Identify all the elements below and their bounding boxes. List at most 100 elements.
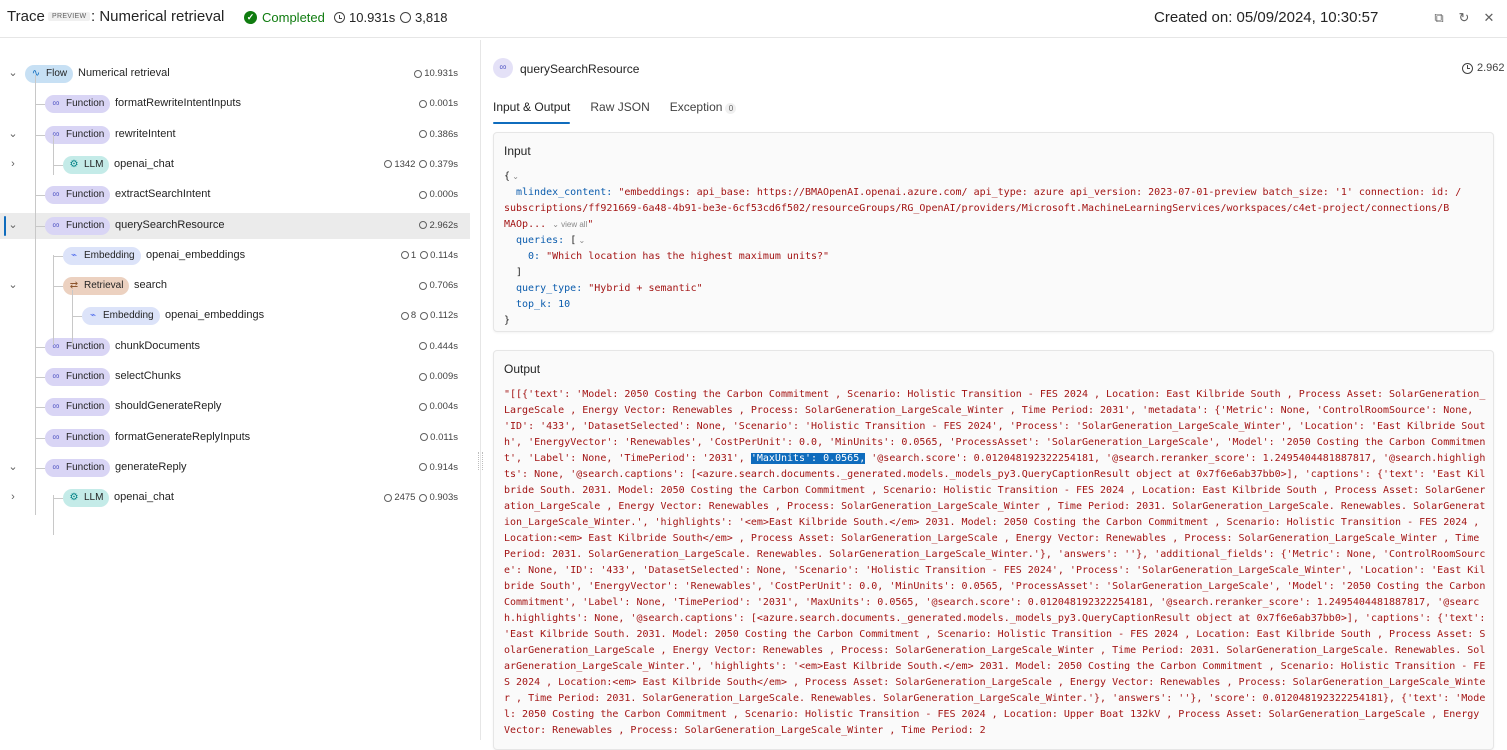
tree-node-shouldgeneratereply[interactable]: ∞ Function shouldGenerateReply 0.004s bbox=[0, 394, 470, 420]
token-icon bbox=[400, 311, 409, 320]
close-icon[interactable]: ✕ bbox=[1482, 11, 1496, 25]
tree-connector bbox=[35, 195, 45, 197]
llm-type-badge: ⚙ LLM bbox=[63, 489, 110, 508]
tree-node-openai-embeddings[interactable]: ⌁ Embedding openai_embeddings 1 0.114s bbox=[0, 243, 470, 269]
node-name: openai_embeddings bbox=[165, 309, 265, 322]
close-bracket: ] bbox=[516, 267, 523, 278]
node-duration: 0.000s bbox=[429, 189, 458, 201]
node-metrics: 0.706s bbox=[415, 280, 458, 291]
node-name: openai_chat bbox=[114, 157, 174, 170]
tree-node-openai-chat[interactable]: › ⚙ LLM openai_chat 2475 0.903s bbox=[0, 485, 470, 511]
node-metrics: 1342 0.379s bbox=[380, 159, 458, 170]
tree-connector bbox=[35, 437, 45, 439]
clock-icon bbox=[419, 160, 428, 169]
tab-raw-json[interactable]: Raw JSON bbox=[590, 98, 649, 124]
tree-guide-line bbox=[53, 255, 54, 345]
node-duration: 0.444s bbox=[429, 340, 458, 352]
clock-icon bbox=[419, 463, 428, 472]
flow-title: : Numerical retrieval bbox=[91, 8, 225, 25]
node-duration: 0.903s bbox=[429, 492, 458, 504]
refresh-icon[interactable]: ↻ bbox=[1457, 11, 1471, 25]
node-duration: 0.112s bbox=[430, 310, 458, 322]
tree-node-search[interactable]: ⌄ ⇄ Retrieval search 0.706s bbox=[0, 273, 470, 299]
chevron-down-icon[interactable]: ⌄ bbox=[6, 278, 20, 292]
function-icon: ∞ bbox=[52, 401, 60, 413]
json-string: MAOp... bbox=[504, 219, 547, 230]
tree-node-openai-chat[interactable]: › ⚙ LLM openai_chat 1342 0.379s bbox=[0, 152, 470, 178]
llm-type-badge: ⚙ LLM bbox=[63, 155, 110, 174]
panel-splitter[interactable] bbox=[480, 40, 481, 740]
node-duration: 0.706s bbox=[429, 280, 458, 292]
tree-node-selectchunks[interactable]: ∞ Function selectChunks 0.009s bbox=[0, 364, 470, 390]
clock-icon bbox=[420, 311, 429, 320]
node-metrics: 8 0.112s bbox=[397, 310, 458, 321]
json-string: "Which location has the highest maximum … bbox=[546, 251, 830, 262]
tree-connector bbox=[53, 498, 63, 500]
chevron-down-icon[interactable]: ⌄ bbox=[6, 66, 20, 80]
chevron-down-icon[interactable]: ⌄ bbox=[6, 218, 20, 232]
node-type-label: Function bbox=[66, 189, 105, 201]
json-number: 10 bbox=[558, 299, 571, 310]
tree-node-openai-embeddings[interactable]: ⌁ Embedding openai_embeddings 8 0.112s bbox=[0, 303, 470, 329]
node-duration: 0.011s bbox=[430, 431, 458, 443]
tree-node-generatereply[interactable]: ⌄ ∞ Function generateReply 0.914s bbox=[0, 455, 470, 481]
node-metrics: 0.009s bbox=[415, 371, 458, 382]
collapse-chevron-icon[interactable]: ⌄ bbox=[576, 236, 585, 245]
tab-label: Raw JSON bbox=[590, 100, 650, 114]
function-icon: ∞ bbox=[52, 371, 60, 382]
node-name: formatRewriteIntentInputs bbox=[115, 97, 241, 110]
node-type-label: Embedding bbox=[103, 310, 154, 322]
clock-icon bbox=[419, 130, 428, 139]
tree-guide-line bbox=[35, 75, 36, 515]
clock-icon bbox=[419, 281, 428, 290]
preview-badge: PREVIEW bbox=[48, 12, 91, 21]
trace-tree: ⌄ ∿ Flow Numerical retrieval 10.931s ∞ Functio… bbox=[0, 40, 478, 740]
node-metrics: 0.011s bbox=[416, 432, 458, 443]
collapse-chevron-icon[interactable]: ⌄ bbox=[510, 172, 519, 181]
chevron-down-icon[interactable]: ⌄ bbox=[6, 127, 20, 141]
highlighted-match: 'MaxUnits': 0.0565, bbox=[750, 453, 866, 464]
function-type-badge: ∞ Function bbox=[45, 95, 111, 114]
node-duration: 0.386s bbox=[429, 128, 458, 140]
function-icon: ∞ bbox=[52, 128, 60, 140]
tree-node-extractsearchintent[interactable]: ∞ Function extractSearchIntent 0.000s bbox=[0, 182, 470, 208]
function-type-badge: ∞ Function bbox=[45, 458, 111, 477]
clock-icon bbox=[334, 12, 345, 23]
tree-node-formatgeneratereplyinputs[interactable]: ∞ Function formatGenerateReplyInputs 0.011s bbox=[0, 425, 470, 451]
tree-node-rewriteintent[interactable]: ⌄ ∞ Function rewriteIntent 0.386s bbox=[0, 122, 470, 148]
checkmark-icon: ✓ bbox=[244, 11, 257, 24]
status-badge: ✓ Completed bbox=[244, 10, 325, 25]
tree-node-querysearchresource[interactable]: ⌄ ∞ Function querySearchResource 2.962s bbox=[0, 212, 470, 239]
llm-icon: ⚙ bbox=[69, 158, 79, 170]
function-icon: ∞ bbox=[52, 219, 60, 231]
node-duration: 2.962s bbox=[429, 219, 458, 231]
tree-node-chunkdocuments[interactable]: ∞ Function chunkDocuments 0.444s bbox=[0, 334, 470, 360]
tab-exception[interactable]: Exception 0 bbox=[670, 98, 737, 124]
view-all-link[interactable]: ⌄ view all bbox=[552, 220, 587, 229]
tree-node-formatrewriteintentinputs[interactable]: ∞ Function formatRewriteIntentInputs 0.001s bbox=[0, 91, 470, 117]
output-card: Output "[[{'text': 'Model: 2050 Costing … bbox=[493, 350, 1494, 750]
tree-connector bbox=[35, 346, 45, 348]
tab-input-output[interactable]: Input & Output bbox=[493, 98, 571, 124]
tree-node-numerical-retrieval[interactable]: ⌄ ∿ Flow Numerical retrieval 10.931s bbox=[0, 61, 470, 87]
node-type-label: Function bbox=[66, 431, 105, 443]
tree-connector bbox=[72, 316, 82, 318]
node-metrics: 0.386s bbox=[415, 129, 458, 140]
clock-icon bbox=[419, 221, 428, 229]
clock-icon bbox=[419, 190, 428, 199]
node-name: rewriteIntent bbox=[115, 127, 176, 140]
node-duration: 0.114s bbox=[430, 249, 458, 261]
node-name: formatGenerateReplyInputs bbox=[115, 430, 251, 443]
span-duration: 2.962 bbox=[1462, 62, 1505, 74]
chevron-right-icon[interactable]: › bbox=[6, 157, 20, 171]
chevron-down-icon[interactable]: ⌄ bbox=[6, 460, 20, 474]
flow-icon: ∿ bbox=[31, 68, 41, 79]
node-duration: 10.931s bbox=[424, 68, 458, 79]
function-type-badge: ∞ Function bbox=[45, 368, 111, 386]
chevron-right-icon[interactable]: › bbox=[6, 490, 20, 504]
json-string: "Hybrid + semantic" bbox=[588, 283, 703, 294]
node-duration: 0.001s bbox=[429, 98, 458, 110]
tree-guide-line bbox=[53, 495, 54, 535]
open-new-icon[interactable]: ⧉ bbox=[1432, 11, 1446, 25]
function-type-badge: ∞ Function bbox=[45, 216, 111, 235]
